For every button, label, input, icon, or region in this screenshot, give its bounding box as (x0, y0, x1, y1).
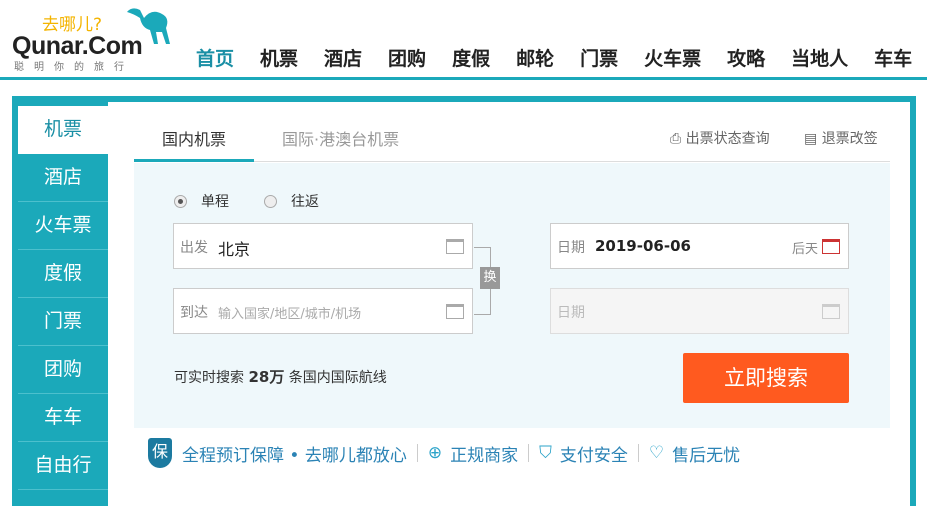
main-nav: 首页 机票 酒店 团购 度假 邮轮 门票 火车票 攻略 当地人 车车 (196, 44, 927, 71)
sidebar-item-car[interactable]: 车车 (18, 394, 108, 442)
sidebar-item-vacation[interactable]: 度假 (18, 250, 108, 298)
city-list-icon[interactable] (446, 239, 464, 254)
tab-domestic[interactable]: 国内机票 (134, 126, 254, 162)
radio-icon (264, 194, 277, 208)
nav-car[interactable]: 车车 (874, 44, 912, 71)
header: 去哪儿? Qunar.Com 聪明你的旅行 首页 机票 酒店 团购 度假 邮轮 … (0, 0, 927, 80)
refund-link[interactable]: ▤ 退票改签 (804, 128, 878, 148)
document-icon: ▤ (804, 131, 822, 147)
return-date-field[interactable]: 日期 (550, 288, 849, 334)
route-count: 可实时搜索 28万 条国内国际航线 (174, 368, 387, 386)
oneway-radio[interactable]: 单程 (174, 191, 229, 211)
sidebar-item-groupbuy[interactable]: 团购 (18, 346, 108, 394)
departure-field[interactable]: 出发 北京 (173, 223, 473, 269)
nav-groupbuy[interactable]: 团购 (388, 44, 426, 71)
city-list-icon[interactable] (446, 304, 464, 319)
nav-flights[interactable]: 机票 (260, 44, 298, 71)
tab-international[interactable]: 国际·港澳台机票 (282, 126, 399, 150)
nav-home[interactable]: 首页 (196, 44, 234, 71)
sidebar-item-train[interactable]: 火车票 (18, 202, 108, 250)
sidebar-item-tickets[interactable]: 门票 (18, 298, 108, 346)
shield-icon: ⛉ (539, 443, 552, 463)
nav-train[interactable]: 火车票 (644, 44, 701, 71)
roundtrip-radio[interactable]: 往返 (264, 191, 319, 211)
radio-checked-icon (174, 194, 187, 208)
flight-tabs: 国内机票 国际·港澳台机票 ⎙ 出票状态查询 ▤ 退票改签 (134, 116, 890, 162)
qunar-logo[interactable]: 去哪儿? Qunar.Com 聪明你的旅行 (12, 4, 177, 74)
calendar-icon[interactable] (822, 239, 840, 254)
main-panel: 国内机票 国际·港澳台机票 ⎙ 出票状态查询 ▤ 退票改签 单程 往返 出发 北… (108, 102, 910, 506)
guarantee-bar: 保 全程预订保障 • 去哪儿都放心 ⊕ 正规商家 ⛉ 支付安全 ♡ 售后无忧 (148, 438, 740, 468)
arrival-field[interactable]: 到达 输入国家/地区/城市/机场 (173, 288, 473, 334)
nav-locals[interactable]: 当地人 (791, 44, 848, 71)
shield-badge-icon: 保 (148, 438, 172, 468)
printer-icon: ⎙ (670, 131, 686, 147)
sidebar-item-flights[interactable]: 机票 (18, 106, 108, 154)
search-button[interactable]: 立即搜索 (683, 353, 849, 403)
nav-cruise[interactable]: 邮轮 (516, 44, 554, 71)
calendar-icon[interactable] (822, 304, 840, 319)
sidebar-item-freetravel[interactable]: 自由行 (18, 442, 108, 490)
search-form: 单程 往返 出发 北京 换 到达 输入国家/地区/城市/机场 日期 2019-0… (134, 163, 890, 428)
ticket-status-link[interactable]: ⎙ 出票状态查询 (670, 128, 770, 148)
sidebar: 机票 酒店 火车票 度假 门票 团购 车车 自由行 (18, 106, 108, 490)
nav-hotels[interactable]: 酒店 (324, 44, 362, 71)
nav-vacation[interactable]: 度假 (452, 44, 490, 71)
heart-icon: ♡ (648, 443, 665, 463)
nav-tickets[interactable]: 门票 (580, 44, 618, 71)
search-box: 机票 酒店 火车票 度假 门票 团购 车车 自由行 国内机票 国际·港澳台机票 … (12, 96, 916, 506)
swap-button[interactable]: 换 (480, 267, 500, 289)
certified-icon: ⊕ (427, 443, 443, 463)
sidebar-item-hotels[interactable]: 酒店 (18, 154, 108, 202)
nav-guides[interactable]: 攻略 (727, 44, 765, 71)
departure-date-field[interactable]: 日期 2019-06-06 后天 (550, 223, 849, 269)
